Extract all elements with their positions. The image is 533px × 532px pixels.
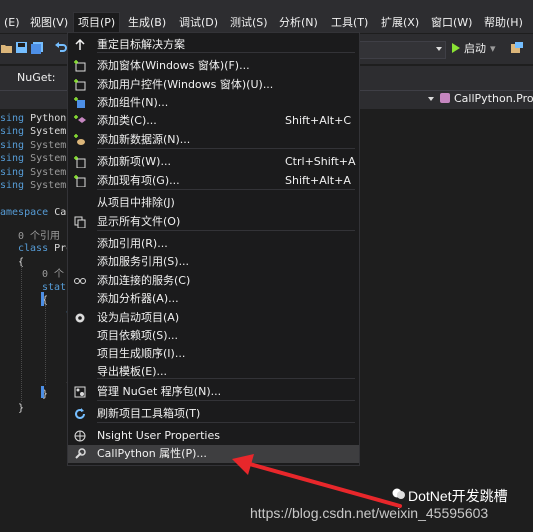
- watermark-brand: DotNet开发跳槽: [408, 488, 508, 504]
- watermark-url: https://blog.csdn.net/weixin_45595603: [250, 505, 489, 521]
- annotation-arrow: [232, 454, 402, 508]
- wechat-icon: [392, 488, 405, 499]
